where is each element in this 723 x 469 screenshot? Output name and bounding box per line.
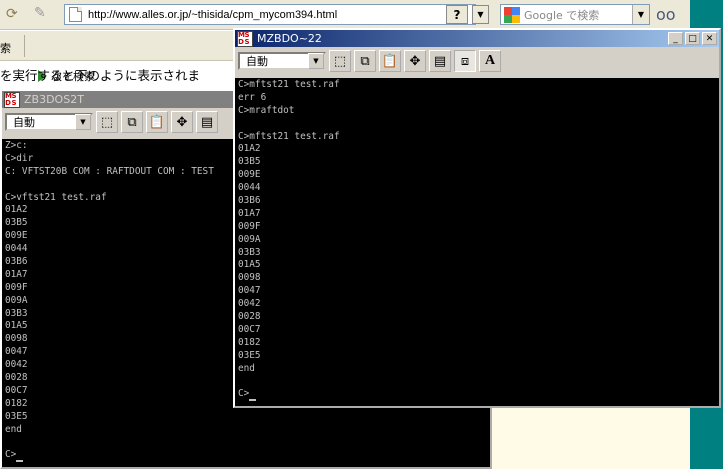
console-output[interactable]: C>mftst21 test.raf err 6 C>mraftdot C>mftst… [235, 78, 719, 406]
chevron-down-icon[interactable]: ▼ [75, 114, 91, 130]
console-line: C>mftst21 test.raf [238, 130, 340, 142]
side-panel [490, 408, 690, 469]
close-button[interactable]: ✕ [702, 32, 717, 45]
page-icon [69, 7, 82, 22]
console-line: 03E5 [5, 410, 28, 422]
console-line: 0028 [238, 311, 261, 323]
console-line: 0047 [238, 285, 261, 297]
console-line: 00C7 [238, 323, 261, 335]
copy-icon[interactable]: ⧉ [354, 50, 376, 72]
address-dropdown-button[interactable]: ▼ [472, 5, 489, 24]
console-line: 03B6 [238, 195, 261, 207]
browser-toolbar: ⟳ ✎ http://www.alles.or.jp/~thisida/cpm_… [0, 0, 690, 30]
console-line: 01A2 [238, 143, 261, 155]
font-size-value: 自動 [246, 55, 268, 68]
page-text: を実行すると下のように表示されま [0, 68, 201, 83]
help-button[interactable]: ? [446, 5, 468, 24]
console-line: 009A [238, 233, 261, 245]
mark-icon[interactable]: ⬚ [329, 50, 351, 72]
font-icon[interactable]: A [479, 50, 501, 72]
address-bar[interactable]: http://www.alles.or.jp/~thisida/cpm_myco… [64, 4, 476, 25]
find-field-fragment[interactable]: 索 [0, 40, 11, 56]
refresh-icon[interactable]: ⟳ [6, 6, 18, 22]
console-line: 03E5 [238, 349, 261, 361]
window-title: MZBDO~22 [257, 32, 322, 45]
console-toolbar: 自動 ▼ ⬚ ⧉ 📋 ✥ ▤ ⧈ A [235, 48, 719, 74]
console-line: 009E [238, 169, 261, 181]
console-line: 0044 [238, 182, 261, 194]
address-url[interactable]: http://www.alles.or.jp/~thisida/cpm_myco… [88, 9, 337, 21]
paste-icon[interactable]: 📋 [379, 50, 401, 72]
search-dropdown-button[interactable]: ▼ [632, 5, 649, 24]
fullscreen-icon[interactable]: ✥ [404, 50, 426, 72]
console-line: 01A7 [238, 207, 261, 219]
properties-icon[interactable]: ▤ [196, 111, 218, 133]
minimize-button[interactable]: _ [668, 32, 683, 45]
console-line: C>mftst21 test.raf [238, 79, 340, 90]
console-line: 0182 [238, 336, 261, 348]
console-line: 03B3 [238, 246, 261, 258]
chevron-down-icon[interactable]: ▼ [308, 53, 324, 69]
maximize-button[interactable]: □ [685, 32, 700, 45]
console-line: end [5, 423, 22, 435]
console-line: C> [238, 388, 719, 402]
mark-icon[interactable]: ⬚ [96, 111, 118, 133]
fullscreen-icon[interactable]: ✥ [171, 111, 193, 133]
font-size-select[interactable]: 自動 ▼ [238, 52, 326, 70]
console-line: end [238, 362, 255, 374]
edit-pen-icon[interactable]: ✎ [34, 5, 46, 21]
search-box[interactable]: Google で検索 ▼ [500, 4, 650, 25]
console-line: C>mraftdot [238, 104, 295, 116]
glasses-icon[interactable]: oo [656, 5, 676, 24]
console-line: 01A5 [238, 259, 261, 271]
search-placeholder: Google で検索 [524, 8, 600, 22]
console-line: 009F [238, 220, 261, 232]
toolbar-divider [24, 35, 25, 57]
console-line: C> [5, 449, 490, 463]
google-icon [504, 6, 520, 23]
window-title: ZB3DOS2T [24, 93, 84, 106]
console-line: 0042 [238, 298, 261, 310]
msdos-icon: MSDS [237, 30, 253, 47]
paste-icon[interactable]: 📋 [146, 111, 168, 133]
properties-icon[interactable]: ▤ [429, 50, 451, 72]
text-cursor [16, 460, 24, 463]
copy-icon[interactable]: ⧉ [121, 111, 143, 133]
title-bar[interactable]: MSDS MZBDO~22 _ □ ✕ [235, 30, 719, 47]
msdos-icon: MSDS [4, 91, 20, 108]
font-size-value: 自動 [13, 116, 35, 129]
background-icon[interactable]: ⧈ [454, 50, 476, 72]
console-line: 0098 [238, 272, 261, 284]
text-cursor [249, 399, 257, 402]
console-window-front[interactable]: MSDS MZBDO~22 _ □ ✕ 自動 ▼ ⬚ ⧉ 📋 ✥ ▤ ⧈ A C… [233, 28, 721, 408]
console-line: 03B5 [238, 156, 261, 168]
console-line: err 6 [238, 91, 267, 103]
font-size-select[interactable]: 自動 ▼ [5, 113, 93, 131]
